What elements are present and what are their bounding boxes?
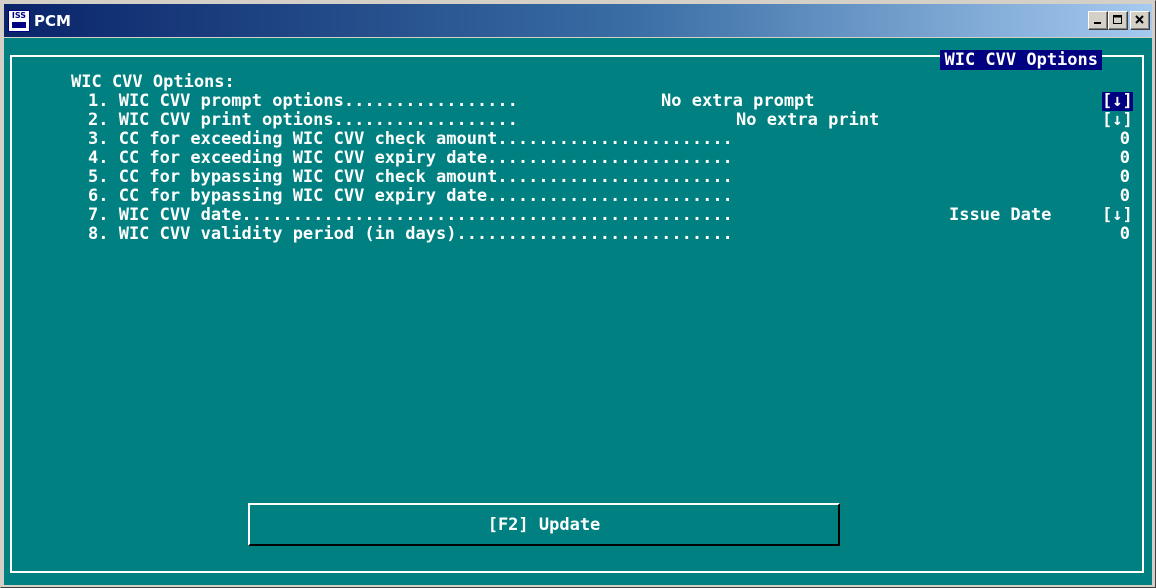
option-6-value[interactable]: 0 bbox=[1104, 187, 1130, 206]
option-1-label: 1. WIC CVV prompt options...............… bbox=[88, 91, 518, 111]
maximize-icon bbox=[1113, 15, 1122, 24]
terminal-screen: WIC CVV Options WIC CVV Options: 1. WIC … bbox=[4, 38, 1152, 585]
option-7-dropdown-icon[interactable]: [↓] bbox=[1102, 206, 1133, 225]
option-8-value[interactable]: 0 bbox=[1104, 225, 1130, 244]
option-8-label: 8. WIC CVV validity period (in days)....… bbox=[88, 224, 733, 244]
option-4-label: 4. CC for exceeding WIC CVV expiry date.… bbox=[88, 148, 733, 168]
minimize-button[interactable] bbox=[1088, 11, 1108, 30]
window-title: PCM bbox=[34, 12, 71, 30]
option-7-value[interactable]: Issue Date bbox=[949, 206, 1051, 225]
option-1-value[interactable]: No extra prompt bbox=[661, 92, 815, 111]
option-3-value[interactable]: 0 bbox=[1104, 130, 1130, 149]
maximize-button[interactable] bbox=[1108, 11, 1128, 30]
option-1-dropdown-icon[interactable]: [↓] bbox=[1102, 92, 1133, 111]
options-heading: WIC CVV Options: bbox=[71, 72, 235, 92]
option-5-label: 5. CC for bypassing WIC CVV check amount… bbox=[88, 167, 733, 187]
option-3-label: 3. CC for exceeding WIC CVV check amount… bbox=[88, 129, 733, 149]
option-2-value[interactable]: No extra print bbox=[736, 111, 879, 130]
minimize-icon bbox=[1094, 22, 1101, 24]
close-button[interactable] bbox=[1130, 11, 1150, 30]
option-2-label: 2. WIC CVV print options................… bbox=[88, 110, 518, 130]
close-icon bbox=[1135, 15, 1144, 24]
option-2-dropdown-icon[interactable]: [↓] bbox=[1102, 111, 1133, 130]
app-icon: ISS bbox=[8, 10, 30, 32]
update-button-label: [F2] Update bbox=[487, 515, 601, 535]
application-window: ISS PCM WIC CVV Options WIC CVV Options:… bbox=[0, 0, 1156, 588]
screen-title: WIC CVV Options bbox=[940, 50, 1102, 70]
title-bar[interactable]: ISS PCM bbox=[4, 4, 1152, 37]
option-4-value[interactable]: 0 bbox=[1104, 149, 1130, 168]
option-6-label: 6. CC for bypassing WIC CVV expiry date.… bbox=[88, 186, 733, 206]
option-7-label: 7. WIC CVV date.........................… bbox=[88, 205, 733, 225]
option-5-value[interactable]: 0 bbox=[1104, 168, 1130, 187]
update-button[interactable]: [F2] Update bbox=[248, 503, 840, 546]
